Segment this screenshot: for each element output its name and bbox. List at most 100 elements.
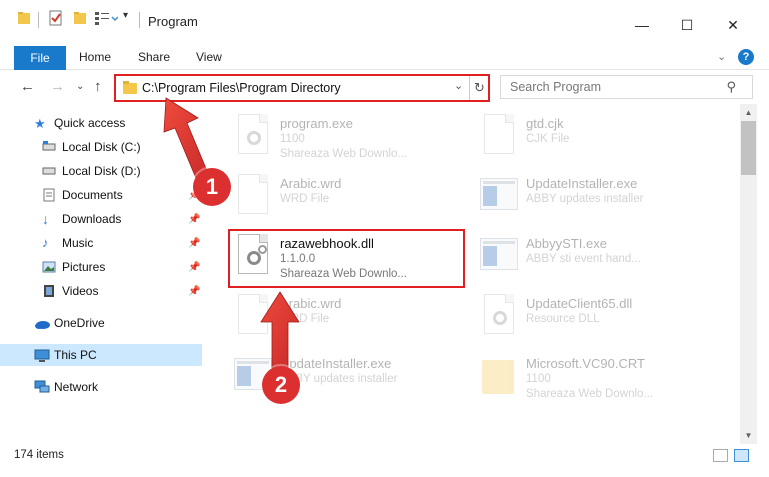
customize-dropdown-icon[interactable]: ▾ bbox=[123, 10, 139, 26]
sidebar-item-downloads[interactable]: ↓ Downloads 📌 bbox=[0, 208, 202, 230]
download-icon: ↓ bbox=[42, 211, 49, 227]
pin-icon[interactable]: 📌 bbox=[188, 214, 200, 225]
recent-locations-icon[interactable]: ⌄ bbox=[76, 81, 84, 92]
ribbon: File Home Share View ⌄ ? bbox=[0, 44, 769, 70]
folder-icon bbox=[480, 354, 516, 396]
view-options-icon[interactable] bbox=[94, 10, 119, 26]
separator bbox=[38, 12, 39, 28]
sidebar-item-pictures[interactable]: Pictures 📌 bbox=[0, 256, 202, 278]
pin-icon[interactable]: 📌 bbox=[188, 262, 200, 273]
large-icons-view-icon[interactable] bbox=[734, 449, 749, 462]
file-item[interactable]: program.exe 1100 Shareaza Web Downlo... bbox=[234, 110, 474, 168]
file-detail: WRD File bbox=[280, 193, 330, 205]
file-item[interactable]: UpdateClient65.dll Resource DLL bbox=[480, 290, 720, 348]
details-view-icon[interactable] bbox=[713, 449, 728, 462]
star-icon: ★ bbox=[34, 116, 46, 131]
film-icon bbox=[42, 284, 56, 297]
drive-icon bbox=[42, 165, 56, 177]
file-item[interactable]: AbbyySTI.exe ABBY sti event hand... bbox=[480, 230, 720, 288]
file-detail: Shareaza Web Downlo... bbox=[526, 388, 653, 400]
file-detail: Resource DLL bbox=[526, 313, 600, 325]
step-marker-2: 2 bbox=[262, 366, 300, 404]
address-path[interactable]: C:\Program Files\Program Directory bbox=[142, 81, 341, 95]
back-arrow-icon[interactable]: ← bbox=[20, 78, 35, 95]
sidebar-item-label: Downloads bbox=[62, 212, 122, 226]
file-item[interactable]: Arabic.wrd WRD File bbox=[234, 290, 474, 348]
address-bar[interactable]: C:\Program Files\Program Directory ⌄ ↻ bbox=[114, 74, 490, 102]
sidebar-item-label: This PC bbox=[54, 348, 97, 362]
sidebar-item-local-disk-d[interactable]: Local Disk (D:) bbox=[0, 160, 202, 182]
network-icon bbox=[34, 380, 50, 393]
file-name: program.exe bbox=[280, 116, 353, 131]
close-button[interactable]: ✕ bbox=[710, 10, 756, 40]
file-detail: Shareaza Web Downlo... bbox=[280, 148, 407, 160]
tab-share[interactable]: Share bbox=[138, 50, 170, 64]
cloud-icon bbox=[34, 318, 50, 330]
sidebar-item-label: Pictures bbox=[62, 260, 106, 274]
file-name: gtd.cjk bbox=[526, 116, 564, 131]
sidebar-item-this-pc[interactable]: This PC bbox=[0, 344, 202, 366]
search-icon[interactable]: ⚲ bbox=[726, 79, 736, 95]
computer-icon bbox=[34, 349, 50, 362]
dll-file-icon bbox=[480, 294, 516, 336]
tab-home[interactable]: Home bbox=[79, 50, 111, 64]
sidebar-item-local-disk-c[interactable]: Local Disk (C:) bbox=[0, 136, 202, 158]
file-detail: CJK File bbox=[526, 133, 570, 145]
status-bar: 174 items bbox=[0, 444, 769, 477]
folder-icon bbox=[123, 81, 137, 94]
file-name: Microsoft.VC90.CRT bbox=[526, 356, 645, 371]
folder-icon[interactable] bbox=[16, 10, 32, 26]
file-item[interactable]: Microsoft.VC90.CRT 1100 Shareaza Web Dow… bbox=[480, 350, 720, 408]
document-file-icon bbox=[234, 174, 270, 216]
pin-icon[interactable]: 📌 bbox=[188, 238, 200, 249]
sidebar-item-music[interactable]: ♪ Music 📌 bbox=[0, 232, 202, 254]
address-dropdown-icon[interactable]: ⌄ bbox=[454, 79, 463, 92]
sidebar-item-documents[interactable]: Documents 📌 bbox=[0, 184, 202, 206]
search-input[interactable]: Search Program ⚲ bbox=[500, 75, 753, 99]
file-detail: WRD File bbox=[280, 313, 330, 325]
file-highlight-box bbox=[228, 229, 465, 288]
sidebar-item-onedrive[interactable]: OneDrive bbox=[0, 312, 202, 334]
title-bar: ▾ Program — ☐ ✕ bbox=[0, 0, 769, 44]
new-folder-icon[interactable] bbox=[72, 10, 88, 26]
file-name: UpdateInstaller.exe bbox=[526, 176, 638, 191]
file-name: Arabic.wrd bbox=[280, 176, 342, 191]
expand-ribbon-icon[interactable]: ⌄ bbox=[717, 50, 726, 63]
window-title: Program bbox=[148, 14, 198, 29]
navigation-pane: ★ Quick access Local Disk (C:) Local Dis… bbox=[0, 108, 204, 443]
sidebar-item-quick-access[interactable]: ★ Quick access bbox=[0, 112, 202, 134]
item-count: 174 items bbox=[14, 449, 64, 461]
sidebar-item-label: Videos bbox=[62, 284, 99, 298]
drive-icon bbox=[42, 141, 56, 153]
forward-arrow-icon[interactable]: → bbox=[50, 78, 65, 95]
sidebar-item-label: Local Disk (D:) bbox=[62, 164, 141, 178]
up-arrow-icon[interactable]: ↑ bbox=[94, 78, 102, 95]
refresh-icon[interactable]: ↻ bbox=[469, 76, 489, 100]
file-item[interactable]: gtd.cjk CJK File bbox=[480, 110, 720, 168]
scrollbar-thumb[interactable] bbox=[741, 121, 756, 175]
vertical-scrollbar[interactable]: ▲ ▼ bbox=[740, 104, 757, 444]
pin-icon[interactable]: 📌 bbox=[188, 286, 200, 297]
tab-view[interactable]: View bbox=[196, 50, 222, 64]
file-item[interactable]: Arabic.wrd WRD File bbox=[234, 170, 474, 228]
sidebar-item-videos[interactable]: Videos 📌 bbox=[0, 280, 202, 302]
music-note-icon: ♪ bbox=[42, 235, 49, 250]
properties-icon[interactable] bbox=[48, 10, 64, 26]
navigation-bar: ← → ⌄ ↑ C:\Program Files\Program Directo… bbox=[0, 70, 769, 104]
sidebar-item-label: Music bbox=[62, 236, 94, 250]
file-name: UpdateInstaller.exe bbox=[280, 356, 392, 371]
file-item[interactable]: UpdateInstaller.exe ABBY updates install… bbox=[480, 170, 720, 228]
scroll-down-icon[interactable]: ▼ bbox=[740, 427, 757, 444]
search-placeholder: Search Program bbox=[510, 80, 602, 94]
sidebar-item-label: Local Disk (C:) bbox=[62, 140, 141, 154]
minimize-button[interactable]: — bbox=[619, 10, 665, 40]
file-detail: ABBY updates installer bbox=[526, 193, 644, 205]
document-file-icon bbox=[480, 114, 516, 156]
tab-file[interactable]: File bbox=[14, 46, 66, 70]
sidebar-item-network[interactable]: Network bbox=[0, 376, 202, 398]
help-icon[interactable]: ? bbox=[738, 49, 754, 65]
scroll-up-icon[interactable]: ▲ bbox=[740, 104, 757, 121]
file-name: AbbyySTI.exe bbox=[526, 236, 607, 251]
file-detail: ABBY sti event hand... bbox=[526, 253, 641, 265]
maximize-button[interactable]: ☐ bbox=[664, 10, 710, 40]
